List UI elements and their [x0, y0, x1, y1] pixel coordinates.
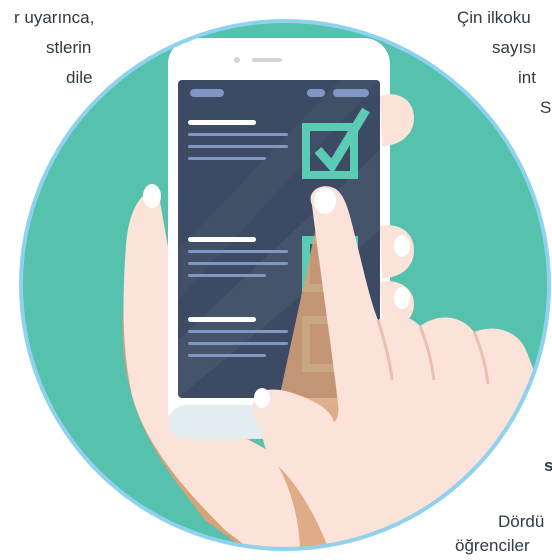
phone-checklist-illustration [19, 19, 551, 551]
left-thumb-nail [143, 184, 161, 208]
phone-camera-icon [234, 57, 240, 63]
screen-header-pill-right [333, 89, 369, 97]
index-finger-nail [314, 188, 336, 214]
screen-header-pill-left [190, 89, 224, 97]
left-thumb-nail-tip [254, 388, 270, 408]
screen-header-pill-mid [307, 89, 325, 97]
phone-speaker-icon [252, 58, 282, 62]
